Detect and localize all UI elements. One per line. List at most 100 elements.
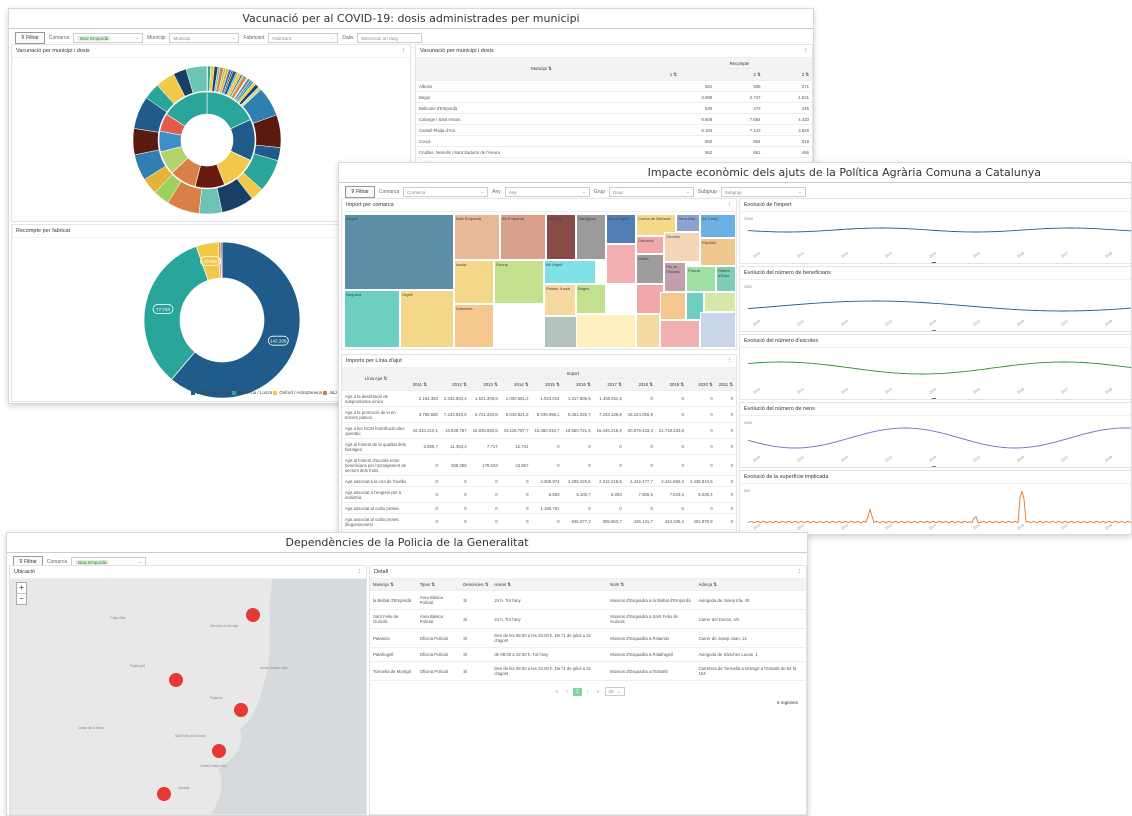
zoom-in-button[interactable]: + (17, 583, 26, 594)
map-marker[interactable] (169, 673, 183, 687)
treemap-cell[interactable]: Noguera (344, 290, 400, 348)
page-button[interactable]: « (552, 688, 561, 696)
table-row[interactable]: la Bisbal d'Empordà Àrea Bàsica Policial S… (370, 590, 806, 610)
table-row[interactable]: Ajut associat al cultiu proteic 0 0 0 0 1.188… (342, 502, 736, 514)
column-header[interactable]: Tipus ⇅ (416, 579, 461, 591)
table-row[interactable]: Ajut a les OCM hortofructícoles operatiu… (342, 422, 736, 439)
line-chart[interactable]: 2500 2010 2011 2012 2013 2014 2015 2016 2017 2018… (740, 280, 1132, 332)
filter-button[interactable]: ⊽ Filtrar (345, 186, 375, 198)
any-select[interactable]: Any ⌄ (504, 187, 590, 197)
table-row[interactable]: Ajut associat al cultiu proteic (llegumi… (342, 513, 736, 530)
table-row[interactable]: Castell-Platja d'Aro 8.184 7.143 3.828 (416, 124, 812, 136)
table-row[interactable]: Ajut al foment d'acords entre beneficiar… (342, 454, 736, 476)
page-button[interactable]: » (593, 688, 602, 696)
page-button[interactable]: ‹ (563, 688, 571, 696)
map-marker[interactable] (212, 744, 226, 758)
subgrup-select[interactable]: Subgrup ⌄ (720, 187, 806, 197)
col-year[interactable]: 2020 ⇅ (686, 378, 716, 391)
treemap-cell[interactable]: Pla d'Urgell (606, 214, 636, 244)
map-marker[interactable] (246, 608, 260, 622)
col-year[interactable]: 2018 ⇅ (624, 378, 656, 391)
legend-item[interactable]: Oxford / AstraZeneca (273, 390, 322, 395)
treemap-cell[interactable]: Priorat (686, 266, 716, 292)
treemap-cell[interactable]: Baix Empordà (454, 214, 500, 260)
table-row[interactable]: Sant Feliu de Guíxols Àrea Bàsica Policia… (370, 609, 806, 629)
column-header[interactable]: Municipi ⇅ (370, 579, 417, 591)
col-year[interactable]: 2017 ⇅ (593, 378, 625, 391)
col-linia[interactable]: Línia Ajut ⇅ (342, 368, 410, 391)
treemap-cell[interactable] (576, 314, 636, 348)
page-size-select[interactable]: 20 ⌄ (604, 687, 625, 696)
treemap-cell[interactable]: Anoia (454, 260, 494, 304)
table-row[interactable]: Bellcaire d'Empordà 530 473 245 (416, 102, 812, 114)
table-row[interactable]: Albons 562 505 271 (416, 80, 812, 92)
table-row[interactable]: Ajut a la destil·lació de subproductes v… (342, 390, 736, 407)
treemap-cell[interactable]: Bages (576, 284, 606, 314)
panel-menu-icon[interactable]: ⋮ (727, 202, 733, 208)
col-year[interactable]: 2019 ⇅ (655, 378, 687, 391)
table-row[interactable]: Calonge i Sant Antoni 8.608 7.684 4.433 (416, 113, 812, 125)
treemap-cell[interactable]: Ripollès (700, 238, 736, 266)
column-header[interactable]: Nom ⇅ (607, 579, 696, 591)
treemap-cell[interactable] (700, 312, 736, 348)
col-year[interactable]: 2021 ⇅ (715, 378, 736, 391)
line-chart[interactable]: 2010 2011 2012 2013 2014 2015 2016 2017 2018 Any (740, 348, 1132, 400)
map-marker[interactable] (157, 787, 171, 801)
comarca-select[interactable]: Comarca ⌄ (403, 187, 489, 197)
panel-menu-icon[interactable]: ⋮ (401, 48, 407, 54)
treemap-cell[interactable] (606, 244, 636, 284)
col-year[interactable]: 2012 ⇅ (440, 378, 470, 391)
col-dosi-3[interactable]: 3 ⇅ (763, 68, 812, 81)
table-row[interactable]: Palamós Oficina Policial Sí Des de les 08:0… (370, 628, 806, 648)
treemap-chart[interactable]: Segrià Noguera Urgell Baix Empordà Alt Empor… (344, 214, 736, 348)
treemap-cell[interactable]: Vallès (636, 254, 664, 284)
col-municipi[interactable]: Municipi ⇅ (416, 58, 667, 81)
chart-legend[interactable]: Any (932, 398, 945, 400)
page-button[interactable]: › (584, 688, 592, 696)
treemap-cell[interactable]: Alt Empordà (500, 214, 546, 260)
treemap-cell[interactable]: Solsonès (454, 304, 494, 348)
treemap-cell[interactable] (660, 320, 700, 348)
treemap-cell[interactable]: Osona (494, 260, 544, 304)
zoom-out-button[interactable]: − (17, 594, 26, 604)
legend-item[interactable]: BioNTech / Pfizer (190, 390, 231, 395)
treemap-cell[interactable]: Garrotxa (636, 236, 664, 254)
column-header[interactable]: Adreça ⇅ (695, 579, 806, 591)
filter-button[interactable]: ⊽ Filtrar (15, 32, 45, 44)
treemap-cell[interactable]: Segarra (546, 214, 576, 260)
page-button[interactable]: 1 (572, 688, 582, 696)
sunburst-segment[interactable] (132, 128, 160, 156)
col-dosi-2[interactable]: 2 ⇅ (715, 68, 764, 81)
col-year[interactable]: 2015 ⇅ (531, 378, 563, 391)
treemap-cell[interactable]: Gironès (664, 232, 700, 262)
panel-menu-icon[interactable]: ⋮ (803, 48, 809, 54)
chart-legend[interactable]: Any (932, 330, 945, 332)
table-row[interactable]: Palafrugell Oficina Policial Sí de 09:00 a … (370, 647, 806, 662)
col-year[interactable]: 2011 ⇅ (409, 378, 441, 391)
treemap-cell[interactable]: Alt Urgell (544, 260, 596, 284)
table-row[interactable]: Torroella de Montgrí Oficina Policial Sí De… (370, 661, 806, 681)
municipi-select[interactable]: Municipi ⌄ (169, 33, 240, 43)
comarca-select[interactable]: Baix Empordà ⌄ (73, 33, 144, 43)
col-year[interactable]: 2016 ⇅ (562, 378, 594, 391)
panel-menu-icon[interactable]: ⋮ (727, 358, 733, 364)
treemap-cell[interactable] (636, 314, 660, 348)
legend-item[interactable]: Moderna / Lonza (232, 390, 272, 395)
data-range-input[interactable]: Seleccioni un rang (356, 33, 422, 43)
treemap-cell[interactable]: Pallars Jussà (544, 284, 576, 316)
donut-slice[interactable] (220, 241, 223, 279)
chart-legend[interactable]: Any (932, 534, 945, 535)
table-row[interactable]: Ajut associat a l'engreix per a indústri… (342, 486, 736, 503)
col-dosi-1[interactable]: 1 ⇅ (666, 68, 716, 81)
treemap-cell[interactable]: Garrigues (576, 214, 606, 260)
col-year[interactable]: 2014 ⇅ (500, 378, 532, 391)
grup-select[interactable]: Grup ⌄ (608, 187, 694, 197)
fabricant-select[interactable]: Fabricant ⌄ (268, 33, 339, 43)
line-chart[interactable]: 600 2010 2011 2012 2013 2014 2015 2016 2017 2018 A… (740, 484, 1132, 535)
treemap-cell[interactable]: Terra Alta (676, 214, 700, 232)
panel-menu-icon[interactable]: ⋮ (797, 569, 803, 575)
line-chart[interactable]: 200M 2010 2011 2012 2013 2014 2015 2016 2017 2018… (740, 212, 1132, 264)
table-row[interactable]: Ajut associat a la cria de l'ovella 0 0 0 0 2… (342, 475, 736, 487)
treemap-cell[interactable]: Alt Camp (700, 214, 736, 238)
panel-menu-icon[interactable]: ⋮ (357, 569, 363, 575)
